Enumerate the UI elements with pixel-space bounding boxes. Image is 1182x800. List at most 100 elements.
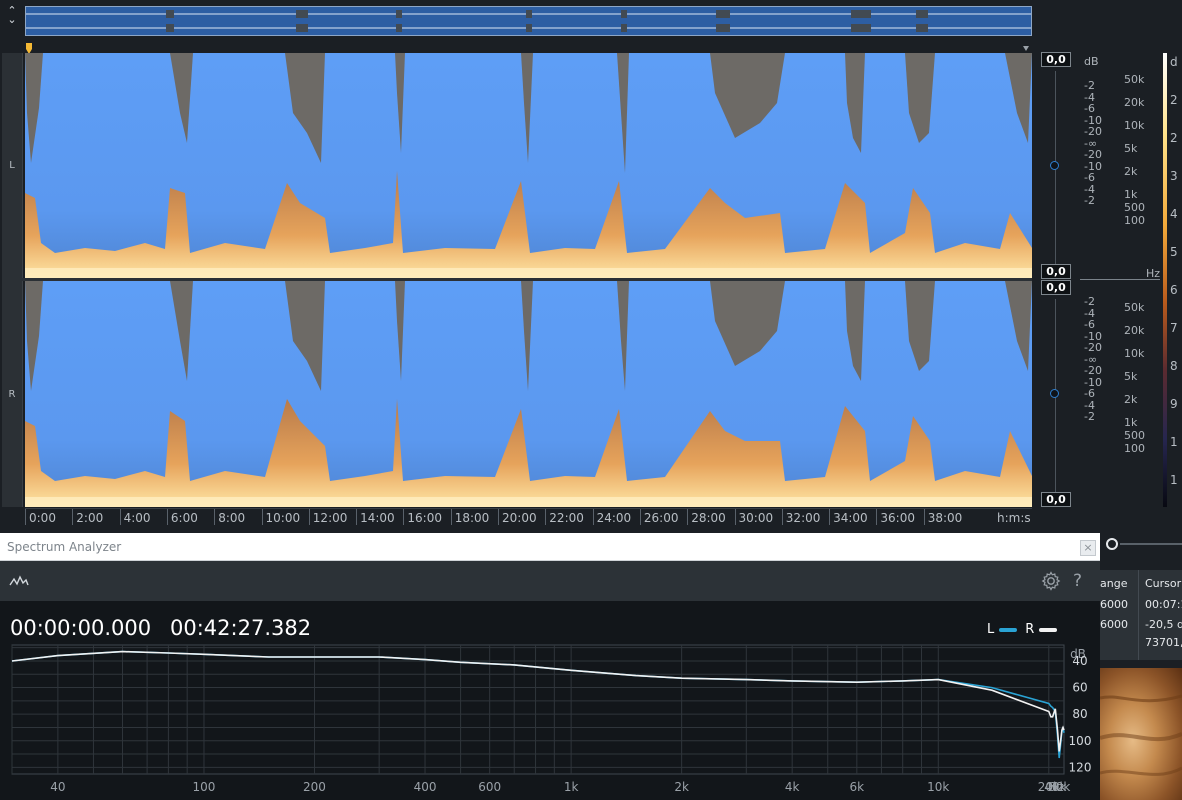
spectrum-plot[interactable]: 40 100 200 400 600 1k 2k 4k 6k 10k 20k40k60kHzdB40… — [0, 640, 1100, 800]
frequency-scale-right: 50k 20k 10k 5k 2k 1k 500 100 — [1124, 302, 1145, 456]
colorbar-label: 7 — [1170, 321, 1178, 335]
timeline-label: 0:00 — [29, 511, 56, 525]
timeline-label: 18:00 — [454, 511, 490, 525]
channel-tab-right[interactable]: R — [2, 281, 23, 507]
range-value: 6000 — [1100, 598, 1128, 611]
scale-label: 50k — [1124, 301, 1145, 314]
channel-pane-right[interactable] — [25, 281, 1032, 507]
x-tick-label: 1k — [564, 780, 579, 794]
zoom-slider[interactable] — [1100, 533, 1182, 555]
selection-start-time: 00:00:00.000 — [10, 616, 152, 640]
legend-swatch-r — [1039, 627, 1058, 632]
timeline-tick — [450, 509, 452, 525]
x-axis-label: Hz — [1048, 780, 1063, 794]
playhead-strip[interactable] — [25, 40, 1032, 54]
db-scale-right: -2 -4 -6 -10 -20 -∞ -20 -10 -6 -4 -2 — [1084, 296, 1102, 423]
timeline-label: 34:00 — [833, 511, 868, 525]
scale-label: 1k — [1124, 416, 1138, 429]
colorbar-label: 4 — [1170, 207, 1178, 221]
legend-item-r[interactable]: R — [1025, 622, 1058, 637]
x-tick-label: 2k — [674, 780, 689, 794]
x-tick-label: 40 — [50, 780, 65, 794]
selection-end-time: 00:42:27.382 — [170, 616, 312, 640]
gain-handle-left[interactable] — [1050, 161, 1059, 170]
cursor-frequency: 73701, — [1145, 636, 1182, 649]
timeline-tick — [923, 509, 925, 525]
timeline-tick — [829, 509, 831, 525]
timeline-label: 16:00 — [407, 511, 442, 525]
timeline-tick — [639, 509, 641, 525]
db-scale-unit: dB — [1084, 55, 1099, 68]
overview-navigator[interactable] — [25, 6, 1032, 36]
timeline-tick — [734, 509, 736, 525]
timeline-label: 2:00 — [76, 511, 104, 525]
x-tick-label: 200 — [303, 780, 326, 794]
scale-label: -2 — [1084, 194, 1095, 207]
x-tick-label: 100 — [193, 780, 216, 794]
gain-readout-right-bottom[interactable]: 0,0 — [1041, 492, 1071, 507]
channel-pane-left[interactable] — [25, 53, 1032, 278]
timeline-tick — [876, 509, 878, 525]
gear-icon[interactable] — [1041, 571, 1061, 591]
colorbar-label: 8 — [1170, 359, 1178, 373]
y-tick-label: 120 — [1069, 760, 1092, 774]
timeline-label: 20:00 — [502, 511, 537, 525]
timeline-label: 30:00 — [738, 511, 774, 525]
y-tick-label: 100 — [1069, 734, 1092, 748]
colorbar-label: 3 — [1170, 169, 1178, 183]
colorbar-label: 6 — [1170, 283, 1178, 297]
scale-label: 1k — [1124, 188, 1138, 201]
y-tick-label: 60 — [1072, 681, 1087, 695]
scale-label: 5k — [1124, 142, 1138, 155]
legend-item-l[interactable]: L — [987, 622, 1018, 637]
scale-label: 20k — [1124, 324, 1145, 337]
timeline-tick — [498, 509, 499, 525]
info-panel: ange Cursor 6000 6000 00:07:1 -20,5 d 73… — [1100, 570, 1182, 660]
timeline-tick — [261, 509, 263, 525]
timeline-label: 26:00 — [643, 511, 679, 525]
scale-label: 2k — [1124, 165, 1138, 178]
scale-label: 5k — [1124, 370, 1138, 383]
cursor-header: Cursor — [1145, 577, 1182, 590]
channel-tab-left[interactable]: L — [2, 53, 23, 278]
legend-swatch-l — [999, 627, 1018, 632]
gain-readout-right-top[interactable]: 0,0 — [1041, 280, 1071, 295]
timeline-label: 14:00 — [360, 511, 395, 525]
timeline-tick — [72, 509, 74, 525]
x-tick-label: 4k — [785, 780, 800, 794]
y-tick-label: 40 — [1072, 654, 1087, 668]
timeline-tick — [592, 509, 594, 525]
timeline-label: 22:00 — [549, 511, 584, 525]
spectrogram-left — [25, 53, 1032, 278]
scale-label: 2k — [1124, 393, 1138, 406]
gain-handle-right[interactable] — [1050, 389, 1059, 398]
gain-readout-left-top[interactable]: 0,0 — [1041, 52, 1071, 67]
colorbar-label: 2 — [1170, 131, 1178, 145]
timeline-tick — [25, 509, 26, 525]
y-tick-label: 80 — [1072, 707, 1087, 721]
x-tick-label: 600 — [478, 780, 501, 794]
scale-label: 100 — [1124, 442, 1145, 455]
colorbar-label: 2 — [1170, 93, 1178, 107]
timeline-tick — [214, 509, 216, 525]
scale-label: 10k — [1124, 119, 1145, 132]
spectrum-wave-icon[interactable] — [9, 573, 29, 589]
range-header: ange — [1100, 577, 1128, 590]
timeline-label: 6:00 — [170, 511, 198, 525]
gain-readout-left-bottom[interactable]: 0,0 — [1041, 264, 1071, 279]
x-tick-label: 6k — [850, 780, 865, 794]
timeline-ruler[interactable]: 0:00 2:00 4:00 6:00 8:00 10:00 12:00 14:00 16:00… — [25, 508, 1032, 526]
scale-label: 100 — [1124, 214, 1145, 227]
colorbar-label: 5 — [1170, 245, 1178, 259]
timeline-tick — [308, 509, 310, 525]
timeline-label: 36:00 — [880, 511, 915, 525]
window-title: Spectrum Analyzer — [7, 540, 122, 554]
slider-knob[interactable] — [1106, 538, 1118, 550]
scale-label: 500 — [1124, 429, 1145, 442]
collapse-overview-icon[interactable]: ⌃ ⌄ — [0, 5, 24, 34]
thumbnail-image — [1100, 668, 1182, 800]
timeline-label: 10:00 — [265, 511, 301, 525]
close-button[interactable]: × — [1080, 540, 1096, 556]
spectrum-analyzer-titlebar[interactable]: Spectrum Analyzer × — [0, 533, 1100, 561]
help-button[interactable]: ? — [1073, 571, 1082, 591]
